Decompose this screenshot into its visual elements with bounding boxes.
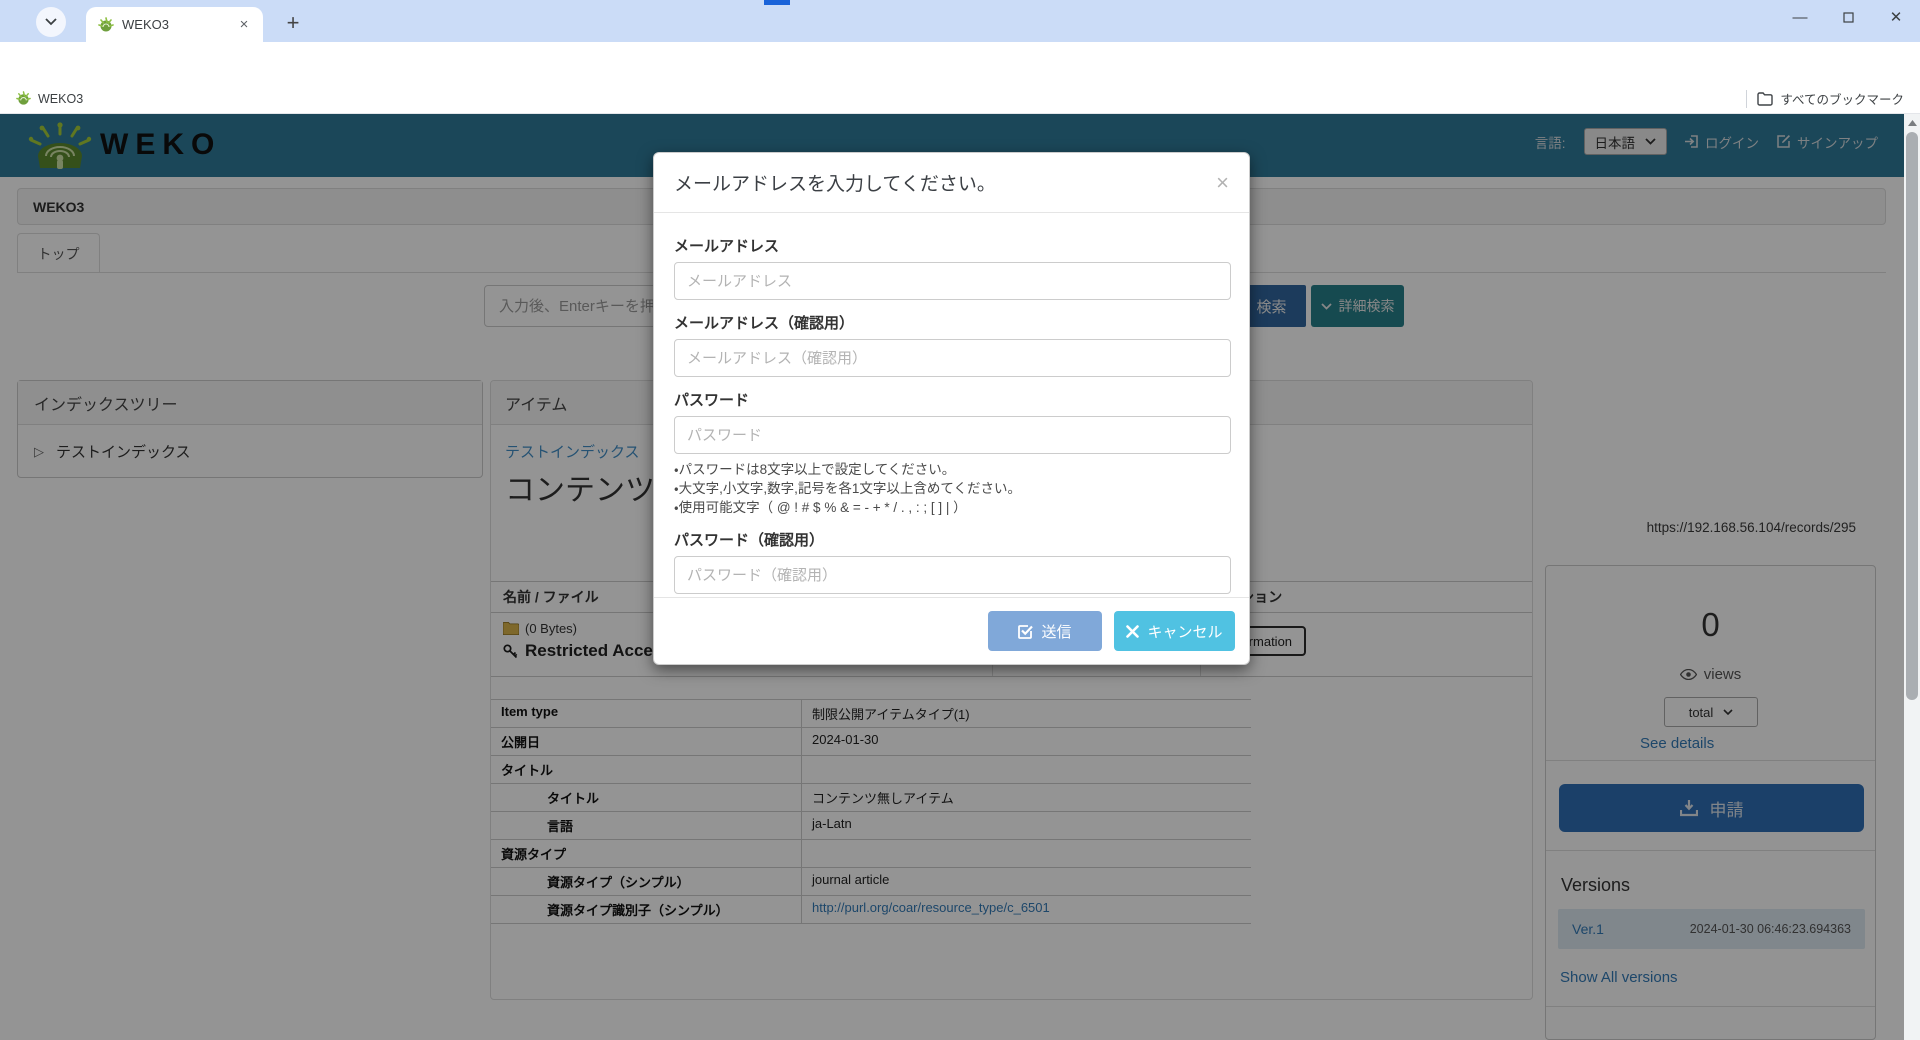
scrollbar-thumb[interactable] (1906, 132, 1918, 700)
tab-title: WEKO3 (122, 17, 235, 32)
drag-accent-mark (764, 0, 790, 5)
check-square-icon (1018, 624, 1033, 639)
folder-icon (1757, 92, 1773, 106)
submit-button[interactable]: 送信 (988, 611, 1102, 651)
email-input-modal: メールアドレスを入力してください。 × メールアドレス メールアドレス（確認用）… (653, 152, 1250, 665)
weko-favicon (98, 17, 114, 33)
password-hints: ・パスワードは8文字以上で設定してください。 ・大文字,小文字,数字,記号を各1… (674, 460, 1229, 517)
password-label: パスワード (674, 389, 1229, 410)
page-viewport: WEKO 言語: 日本語 ログイン サインアップ WEKO3 トップ 検索 詳細… (0, 114, 1904, 1040)
browser-toolbar: ← → 保護されていない通信 https://192.168.56.104/re… (0, 42, 1920, 84)
modal-close-icon[interactable]: × (1216, 172, 1229, 194)
x-icon (1126, 625, 1139, 638)
cancel-button[interactable]: キャンセル (1114, 611, 1235, 651)
password-field[interactable] (674, 416, 1231, 454)
tab-search-button[interactable] (36, 7, 66, 37)
email-label: メールアドレス (674, 235, 1229, 256)
bookmarks-bar: WEKO3 すべてのブックマーク (0, 84, 1920, 114)
password-confirm-field[interactable] (674, 556, 1231, 594)
email-confirm-label: メールアドレス（確認用） (674, 312, 1229, 333)
modal-title: メールアドレスを入力してください。 (674, 169, 996, 196)
password-confirm-label: パスワード（確認用） (674, 529, 1229, 550)
tab-close-icon[interactable]: × (235, 16, 253, 34)
scrollbar-up-arrow[interactable] (1904, 116, 1920, 130)
page-scrollbar[interactable] (1904, 114, 1920, 1040)
weko-favicon (16, 91, 31, 106)
email-field[interactable] (674, 262, 1231, 300)
minimize-button[interactable]: — (1776, 0, 1824, 34)
new-tab-button[interactable]: + (278, 9, 308, 39)
browser-tab-strip: WEKO3 × + — ✕ (0, 0, 1920, 42)
chevron-down-icon (45, 18, 57, 26)
all-bookmarks-button[interactable]: すべてのブックマーク (1757, 89, 1904, 108)
divider (1746, 90, 1747, 108)
bookmark-weko3[interactable]: WEKO3 (16, 91, 83, 106)
browser-tab[interactable]: WEKO3 × (86, 7, 263, 42)
close-button[interactable]: ✕ (1872, 0, 1920, 34)
email-confirm-field[interactable] (674, 339, 1231, 377)
window-controls: — ✕ (1776, 0, 1920, 34)
maximize-button[interactable] (1824, 0, 1872, 34)
